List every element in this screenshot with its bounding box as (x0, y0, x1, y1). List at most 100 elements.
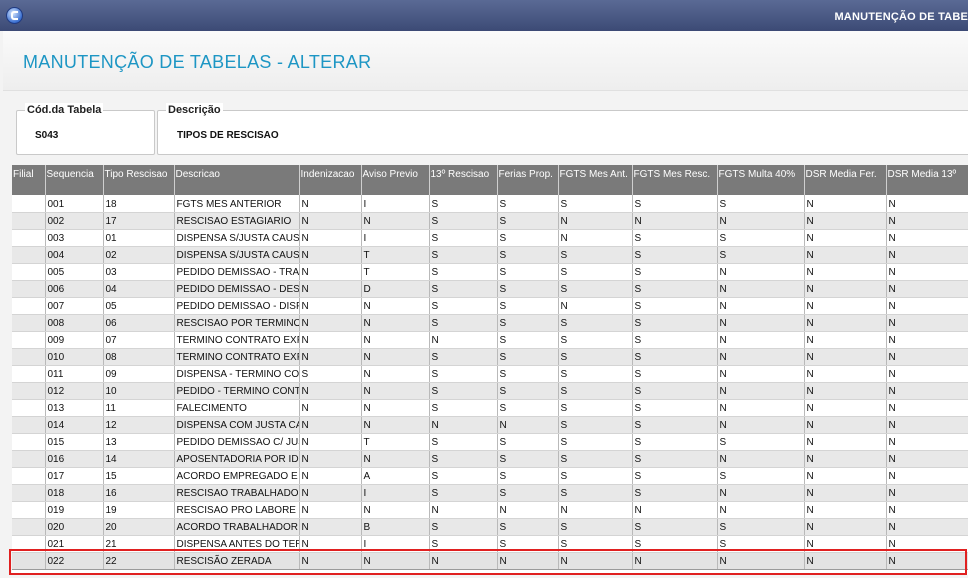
table-cell[interactable]: S (429, 433, 498, 451)
table-cell[interactable]: S (632, 263, 718, 281)
table-cell[interactable]: 19 (103, 501, 175, 519)
table-cell[interactable]: 18 (103, 195, 175, 213)
table-cell[interactable]: N (886, 551, 968, 570)
column-header[interactable]: FGTS Multa 40% (717, 165, 805, 195)
table-cell[interactable] (12, 195, 46, 213)
table-cell[interactable]: FALECIMENTO (174, 399, 300, 417)
table-cell[interactable]: S (632, 331, 718, 349)
table-cell[interactable]: S (632, 246, 718, 264)
table-cell[interactable]: S (497, 212, 559, 230)
table-cell[interactable]: N (361, 416, 430, 434)
table-cell[interactable]: S (717, 535, 805, 553)
table-cell[interactable]: N (299, 535, 362, 553)
table-cell[interactable]: N (299, 518, 362, 536)
table-row[interactable]: 003 01 DISPENSA S/JUSTA CAUSA N I S S N S S N N (12, 229, 968, 247)
table-cell[interactable]: S (558, 331, 633, 349)
table-cell[interactable]: N (299, 501, 362, 519)
table-cell[interactable]: S (717, 246, 805, 264)
table-cell[interactable]: N (804, 229, 887, 247)
table-cell[interactable] (12, 450, 46, 468)
table-cell[interactable]: N (886, 535, 968, 553)
table-cell[interactable]: S (632, 467, 718, 485)
table-cell[interactable]: 009 (45, 331, 104, 349)
table-cell[interactable] (12, 246, 46, 264)
table-cell[interactable]: S (717, 433, 805, 451)
table-row[interactable]: 012 10 PEDIDO - TERMINO CONT N N S S S S N N N (12, 382, 968, 400)
table-cell[interactable]: N (886, 501, 968, 519)
table-cell[interactable]: S (558, 195, 633, 213)
table-cell[interactable]: N (804, 280, 887, 298)
table-cell[interactable] (12, 551, 46, 570)
table-row[interactable]: 022 22 RESCISÃO ZERADA N N N N N N N N N (12, 551, 968, 570)
table-cell[interactable]: N (299, 212, 362, 230)
table-cell[interactable]: N (299, 348, 362, 366)
table-cell[interactable]: S (497, 195, 559, 213)
table-cell[interactable]: 12 (103, 416, 175, 434)
descricao-value[interactable]: TIPOS DE RESCISAO (177, 130, 279, 141)
table-cell[interactable]: N (717, 348, 805, 366)
table-cell[interactable]: N (804, 314, 887, 332)
table-cell[interactable] (12, 484, 46, 502)
table-cell[interactable]: N (361, 297, 430, 315)
column-header[interactable]: FGTS Mes Ant. (558, 165, 633, 195)
table-row[interactable]: 011 09 DISPENSA - TERMINO CON S N S S S S N N N (12, 365, 968, 383)
table-cell[interactable]: 002 (45, 212, 104, 230)
table-cell[interactable]: N (497, 551, 559, 570)
table-cell[interactable]: S (717, 518, 805, 536)
table-cell[interactable]: N (717, 551, 805, 570)
table-cell[interactable]: S (632, 365, 718, 383)
table-cell[interactable]: S (497, 229, 559, 247)
table-cell[interactable]: 02 (103, 246, 175, 264)
table-cell[interactable]: N (804, 399, 887, 417)
table-cell[interactable]: 11 (103, 399, 175, 417)
table-row[interactable]: 001 18 FGTS MES ANTERIOR N I S S S S S N N (12, 195, 968, 213)
table-cell[interactable]: 013 (45, 399, 104, 417)
table-cell[interactable]: 08 (103, 348, 175, 366)
table-cell[interactable]: N (299, 263, 362, 281)
column-header[interactable]: 13º Rescisao (429, 165, 498, 195)
table-cell[interactable]: N (804, 348, 887, 366)
table-cell[interactable]: N (299, 195, 362, 213)
table-cell[interactable]: S (497, 365, 559, 383)
table-cell[interactable]: S (632, 348, 718, 366)
column-header[interactable]: Descricao (174, 165, 300, 195)
table-cell[interactable]: N (886, 365, 968, 383)
table-cell[interactable]: S (558, 450, 633, 468)
table-cell[interactable]: 018 (45, 484, 104, 502)
table-cell[interactable]: N (804, 246, 887, 264)
column-header[interactable]: Indenizacao (299, 165, 362, 195)
table-cell[interactable]: N (299, 246, 362, 264)
column-header[interactable]: DSR Media Fer. (804, 165, 887, 195)
table-cell[interactable]: N (361, 501, 430, 519)
table-cell[interactable]: N (299, 399, 362, 417)
table-cell[interactable]: N (886, 467, 968, 485)
table-row[interactable]: 021 21 DISPENSA ANTES DO TER N I S S S S S N N (12, 535, 968, 553)
table-cell[interactable]: N (804, 484, 887, 502)
table-cell[interactable]: 14 (103, 450, 175, 468)
table-cell[interactable]: N (717, 314, 805, 332)
column-header[interactable]: Filial (12, 165, 46, 195)
table-cell[interactable]: N (804, 365, 887, 383)
table-cell[interactable]: S (632, 450, 718, 468)
table-cell[interactable]: S (632, 484, 718, 502)
table-cell[interactable] (12, 535, 46, 553)
table-cell[interactable]: N (717, 382, 805, 400)
table-cell[interactable]: S (429, 365, 498, 383)
table-cell[interactable]: B (361, 518, 430, 536)
table-cell[interactable]: PEDIDO - TERMINO CONT (174, 382, 300, 400)
table-cell[interactable]: N (804, 212, 887, 230)
column-header[interactable]: Ferias Prop. (497, 165, 559, 195)
column-header[interactable]: Sequencia (45, 165, 104, 195)
table-cell[interactable]: I (361, 535, 430, 553)
table-cell[interactable]: S (497, 433, 559, 451)
table-row[interactable]: 009 07 TERMINO CONTRATO EXP N N N S S S N N N (12, 331, 968, 349)
table-cell[interactable]: N (717, 450, 805, 468)
table-cell[interactable]: S (497, 348, 559, 366)
table-cell[interactable]: S (558, 518, 633, 536)
table-row[interactable]: 015 13 PEDIDO DEMISSAO C/ JUS N T S S S S S N N (12, 433, 968, 451)
table-cell[interactable]: S (558, 263, 633, 281)
table-cell[interactable]: S (429, 297, 498, 315)
table-cell[interactable]: N (886, 314, 968, 332)
table-cell[interactable]: N (886, 195, 968, 213)
table-cell[interactable]: I (361, 484, 430, 502)
